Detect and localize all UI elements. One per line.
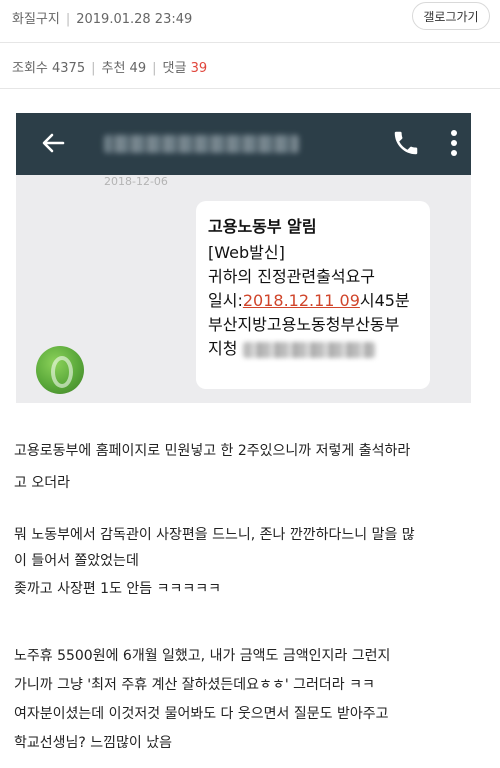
message-text: 일시: xyxy=(208,291,243,310)
post-meta: 화질구지 | 2019.01.28 23:49 xyxy=(12,8,192,27)
message-text: 지청 xyxy=(208,339,238,358)
post-line: 뭐 노동부에서 감독관이 사장편을 드느니, 존나 깐깐하다느니 말을 많 xyxy=(14,527,415,543)
message-line: 일시:2018.12.11 09시45분 xyxy=(208,289,420,313)
gallery-button[interactable]: 갤로그가기 xyxy=(412,2,490,30)
post-line: 고 오더라 xyxy=(14,475,70,491)
sms-toolbar xyxy=(16,113,471,175)
stats-separator: | xyxy=(152,61,157,76)
comments-label[interactable]: 댓글 xyxy=(163,61,187,76)
message-line: 귀하의 진정관련출석요구 xyxy=(208,267,376,286)
post-paragraph-1: 고용로동부에 홈페이지로 민원넣고 한 2주있으니까 저렇게 출석하라 고 오더… xyxy=(14,438,410,496)
post-line: 가니까 그냥 '최저 주휴 계산 잘하셨든데요ㅎㅎ' 그러더라 ㅋㅋ xyxy=(14,677,375,693)
blurred-phone-number xyxy=(104,135,299,153)
recommend-count: 추천 49 xyxy=(101,61,147,76)
post-line: 좆까고 사장편 1도 안듬 ㅋㅋㅋㅋㅋ xyxy=(14,581,222,597)
post-image-sms-screenshot: 2018-12-06 고용노동부 알림 [Web발신] 귀하의 진정관련출석요구… xyxy=(16,113,471,403)
comments-count[interactable]: 39 xyxy=(191,61,208,76)
message-date: 2018-12-06 xyxy=(104,175,168,188)
post-stats: 조회수 4375 | 추천 49 | 댓글 39 xyxy=(12,57,207,76)
phone-icon xyxy=(394,131,418,155)
message-text: 시45분 xyxy=(359,291,410,310)
post-paragraph-2: 뭐 노동부에서 감독관이 사장편을 드느니, 존나 깐깐하다느니 말을 많 이 … xyxy=(14,522,415,602)
header-divider xyxy=(0,42,500,43)
meta-separator: | xyxy=(65,12,71,27)
blurred-office-name xyxy=(243,341,376,358)
post-line: 노주휴 5500원에 6개월 일했고, 내가 금액도 금액인지라 그런지 xyxy=(14,648,391,664)
message-bubble: 고용노동부 알림 [Web발신] 귀하의 진정관련출석요구 일시:2018.12… xyxy=(196,201,430,389)
message-line: [Web발신] xyxy=(208,243,285,262)
post-line: 여자분이셨는데 이것저것 물어봐도 다 웃으면서 질문도 받아주고 xyxy=(14,706,389,722)
board-name[interactable]: 화질구지 xyxy=(12,12,60,27)
more-vert-icon xyxy=(451,130,457,156)
post-paragraph-3: 노주휴 5500원에 6개월 일했고, 내가 금액도 금액인지라 그런지 가니까… xyxy=(14,642,390,758)
post-line: 학교선생님? 느낌많이 났음 xyxy=(14,735,173,751)
back-arrow-icon xyxy=(42,133,65,153)
message-line: 부산지방고용노동청부산동부 xyxy=(208,315,400,334)
message-title: 고용노동부 알림 xyxy=(208,217,317,236)
sender-avatar xyxy=(36,346,84,394)
avatar-mark xyxy=(51,356,73,388)
stats-divider xyxy=(0,88,500,89)
message-line: 지청 xyxy=(208,337,420,361)
post-datetime: 2019.01.28 23:49 xyxy=(76,12,193,27)
post-line: 고용로동부에 홈페이지로 민원넣고 한 2주있으니까 저렇게 출석하라 xyxy=(14,443,411,459)
message-datetime-link: 2018.12.11 09 xyxy=(242,291,360,310)
stats-separator: | xyxy=(91,61,96,76)
post-line: 이 들어서 쫄았었는데 xyxy=(14,553,139,569)
views-count: 조회수 4375 xyxy=(12,61,86,76)
